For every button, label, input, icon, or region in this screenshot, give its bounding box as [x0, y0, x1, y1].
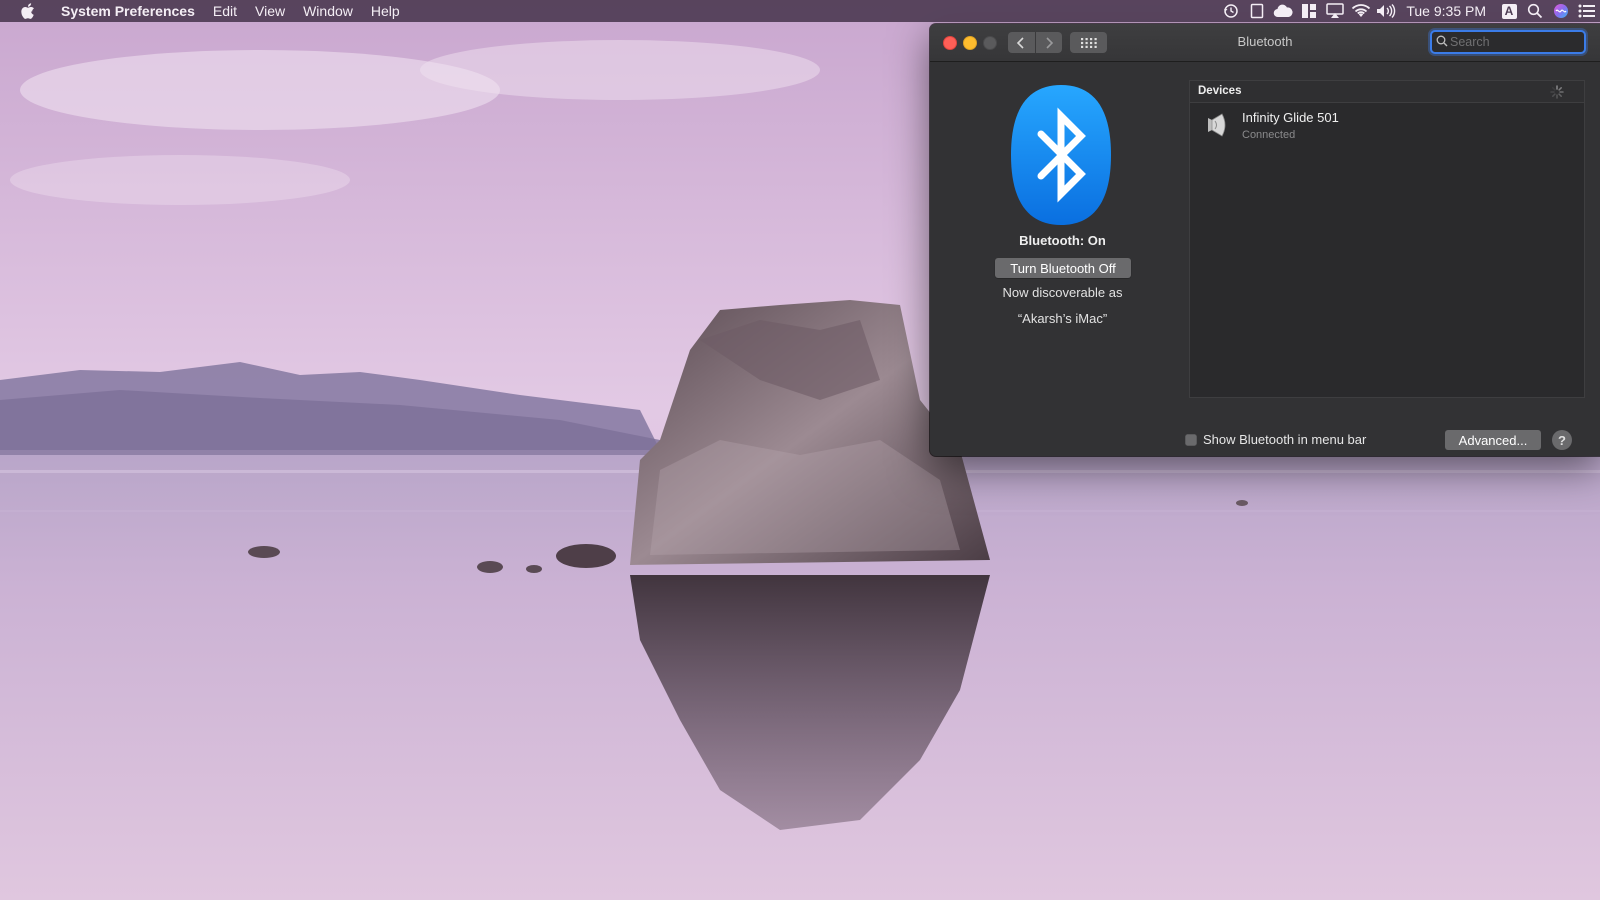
devices-header-label: Devices	[1198, 85, 1242, 97]
bluetooth-preferences-window: Bluetooth Bluetooth: On Turn Bluetooth O…	[930, 24, 1600, 456]
show-in-menubar-checkbox[interactable]	[1185, 433, 1197, 446]
menu-window[interactable]: Window	[294, 0, 362, 22]
layout-icon[interactable]	[1296, 0, 1322, 22]
bluetooth-logo-icon	[1011, 85, 1111, 225]
menubar-clock[interactable]: Tue 9:35 PM	[1400, 3, 1496, 19]
device-status: Connected	[1242, 129, 1296, 141]
device-row[interactable]: Infinity Glide 501 Connected	[1190, 103, 1584, 145]
help-button[interactable]: ?	[1552, 430, 1572, 450]
speaker-icon	[1208, 113, 1226, 137]
turn-bluetooth-off-button[interactable]: Turn Bluetooth Off	[995, 258, 1131, 278]
menu-bar: System Preferences Edit View Window Help…	[0, 0, 1600, 22]
cloud-icon[interactable]	[1270, 0, 1296, 22]
devices-list: Devices Infinity Glide 501 Connected	[1189, 80, 1585, 398]
input-source-icon[interactable]: A	[1496, 0, 1522, 22]
loading-spinner-icon	[1550, 85, 1564, 99]
advanced-button[interactable]: Advanced...	[1445, 430, 1541, 450]
screen-mirror-icon[interactable]	[1244, 0, 1270, 22]
search-field[interactable]	[1430, 30, 1586, 54]
time-machine-icon[interactable]	[1218, 0, 1244, 22]
menu-help[interactable]: Help	[362, 0, 409, 22]
window-titlebar[interactable]: Bluetooth	[930, 24, 1600, 62]
search-input[interactable]	[1450, 33, 1578, 51]
show-in-menubar-option[interactable]: Show Bluetooth in menu bar	[1185, 432, 1366, 447]
search-icon	[1436, 35, 1448, 47]
menu-edit[interactable]: Edit	[204, 0, 246, 22]
wifi-icon[interactable]	[1348, 0, 1374, 22]
menu-view[interactable]: View	[246, 0, 294, 22]
volume-icon[interactable]	[1374, 0, 1400, 22]
apple-menu-icon[interactable]	[18, 0, 38, 22]
input-source-label: A	[1501, 3, 1517, 19]
bluetooth-status: Bluetooth: On	[1019, 233, 1106, 248]
notification-center-icon[interactable]	[1574, 0, 1600, 22]
spotlight-icon[interactable]	[1522, 0, 1548, 22]
show-in-menubar-label: Show Bluetooth in menu bar	[1203, 432, 1367, 447]
siri-icon[interactable]	[1548, 0, 1574, 22]
computer-name-label: “Akarsh’s iMac”	[1017, 311, 1108, 326]
airplay-icon[interactable]	[1322, 0, 1348, 22]
menu-app-name[interactable]: System Preferences	[52, 0, 204, 22]
device-name: Infinity Glide 501	[1242, 110, 1339, 125]
devices-header: Devices	[1190, 81, 1584, 103]
discoverable-label: Now discoverable as	[1002, 285, 1123, 300]
